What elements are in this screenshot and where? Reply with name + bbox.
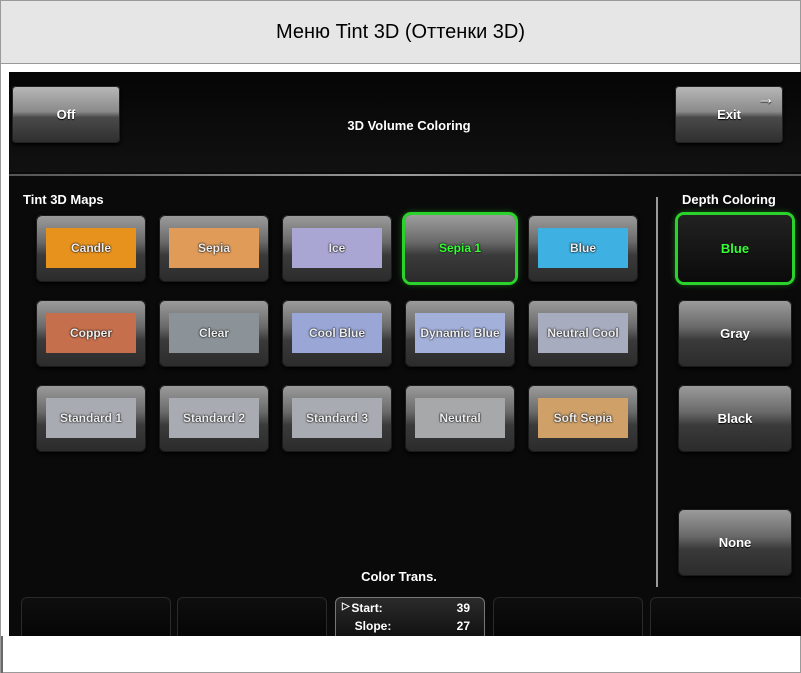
depth-none-button[interactable]: None: [678, 509, 792, 576]
tint-swatch: Sepia: [169, 228, 259, 268]
start-value: 39: [456, 601, 470, 615]
softkey-1[interactable]: [21, 597, 171, 636]
tint-map-blue-button[interactable]: Blue: [528, 215, 638, 282]
tint-map-label: Standard 2: [182, 411, 245, 425]
tint-map-ice-button[interactable]: Ice: [282, 215, 392, 282]
play-icon: ▷: [342, 601, 350, 612]
tint-swatch: Candle: [46, 228, 136, 268]
tint-map-label: Ice: [328, 241, 346, 255]
tint-map-label: Neutral Cool: [547, 326, 619, 340]
color-trans-label: Color Trans.: [361, 569, 437, 584]
softkey-2[interactable]: [177, 597, 327, 636]
slope-value: 27: [456, 619, 470, 633]
softkey-5[interactable]: [650, 597, 801, 636]
tint-map-copper-button[interactable]: Copper: [36, 300, 146, 367]
tint-map-standard-2-button[interactable]: Standard 2: [159, 385, 269, 452]
tint-map-sepia-1-button[interactable]: Sepia 1: [405, 215, 515, 282]
page-title: 3D Volume Coloring: [347, 118, 471, 133]
device-screen: Off 3D Volume Coloring → Exit Tint 3D Ma…: [9, 72, 801, 636]
tint-map-label: Clear: [198, 326, 230, 340]
slope-label: Slope:: [354, 619, 392, 633]
tint-maps-label: Tint 3D Maps: [23, 192, 104, 207]
tint-swatch: Neutral Cool: [538, 313, 628, 353]
depth-button-label: Blue: [720, 241, 750, 256]
tint-map-neutral-cool-button[interactable]: Neutral Cool: [528, 300, 638, 367]
tint-map-standard-3-button[interactable]: Standard 3: [282, 385, 392, 452]
tint-map-label: Neutral: [439, 411, 481, 425]
section-divider: [656, 197, 658, 587]
tint-map-cool-blue-button[interactable]: Cool Blue: [282, 300, 392, 367]
off-button[interactable]: Off: [12, 86, 120, 143]
tint-map-label: Standard 1: [59, 411, 122, 425]
tint-map-label: Cool Blue: [309, 326, 365, 340]
header-divider: [9, 174, 801, 176]
tint-map-sepia-button[interactable]: Sepia: [159, 215, 269, 282]
tint-swatch: Standard 1: [46, 398, 136, 438]
softkey-4[interactable]: [493, 597, 643, 636]
figure-caption: Меню Tint 3D (Оттенки 3D): [1, 1, 800, 64]
arrow-right-icon: →: [757, 88, 775, 108]
tint-map-label: Blue: [569, 241, 596, 255]
tint-map-label: Candle: [70, 241, 111, 255]
depth-blue-button[interactable]: Blue: [678, 215, 792, 282]
tint-swatch: Copper: [46, 313, 136, 353]
frame-edge: [1, 636, 15, 673]
tint-map-label: Copper: [70, 326, 112, 340]
depth-button-label: Gray: [720, 326, 750, 341]
color-trans-control[interactable]: ▷ Start: 39 Slope: 27: [335, 597, 485, 636]
tint-swatch: Ice: [292, 228, 382, 268]
tint-swatch: Clear: [169, 313, 259, 353]
header-bar: Off 3D Volume Coloring → Exit: [9, 72, 801, 172]
tint-swatch: Blue: [538, 228, 628, 268]
tint-map-label: Standard 3: [305, 411, 368, 425]
tint-map-dynamic-blue-button[interactable]: Dynamic Blue: [405, 300, 515, 367]
tint-map-label: Dynamic Blue: [420, 326, 500, 340]
tint-map-soft-sepia-button[interactable]: Soft Sepia: [528, 385, 638, 452]
depth-coloring-label: Depth Coloring: [682, 192, 776, 207]
tint-swatch: Neutral: [415, 398, 505, 438]
exit-button[interactable]: → Exit: [675, 86, 783, 143]
tint-map-candle-button[interactable]: Candle: [36, 215, 146, 282]
depth-black-button[interactable]: Black: [678, 385, 792, 452]
tint-swatch: Soft Sepia: [538, 398, 628, 438]
depth-gray-button[interactable]: Gray: [678, 300, 792, 367]
tint-map-neutral-button[interactable]: Neutral: [405, 385, 515, 452]
tint-swatch: Standard 2: [169, 398, 259, 438]
start-label: Start:: [351, 601, 383, 615]
depth-button-label: Black: [717, 411, 753, 426]
tint-map-label: Sepia: [197, 241, 230, 255]
tint-swatch: Cool Blue: [292, 313, 382, 353]
tint-map-standard-1-button[interactable]: Standard 1: [36, 385, 146, 452]
tint-swatch: Dynamic Blue: [415, 313, 505, 353]
tint-map-label: Soft Sepia: [553, 411, 613, 425]
depth-button-label: None: [718, 535, 752, 550]
tint-swatch: Sepia 1: [415, 228, 505, 268]
off-button-label: Off: [56, 107, 76, 122]
tint-map-label: Sepia 1: [438, 241, 482, 255]
tint-map-clear-button[interactable]: Clear: [159, 300, 269, 367]
tint-swatch: Standard 3: [292, 398, 382, 438]
exit-button-label: Exit: [717, 107, 741, 122]
